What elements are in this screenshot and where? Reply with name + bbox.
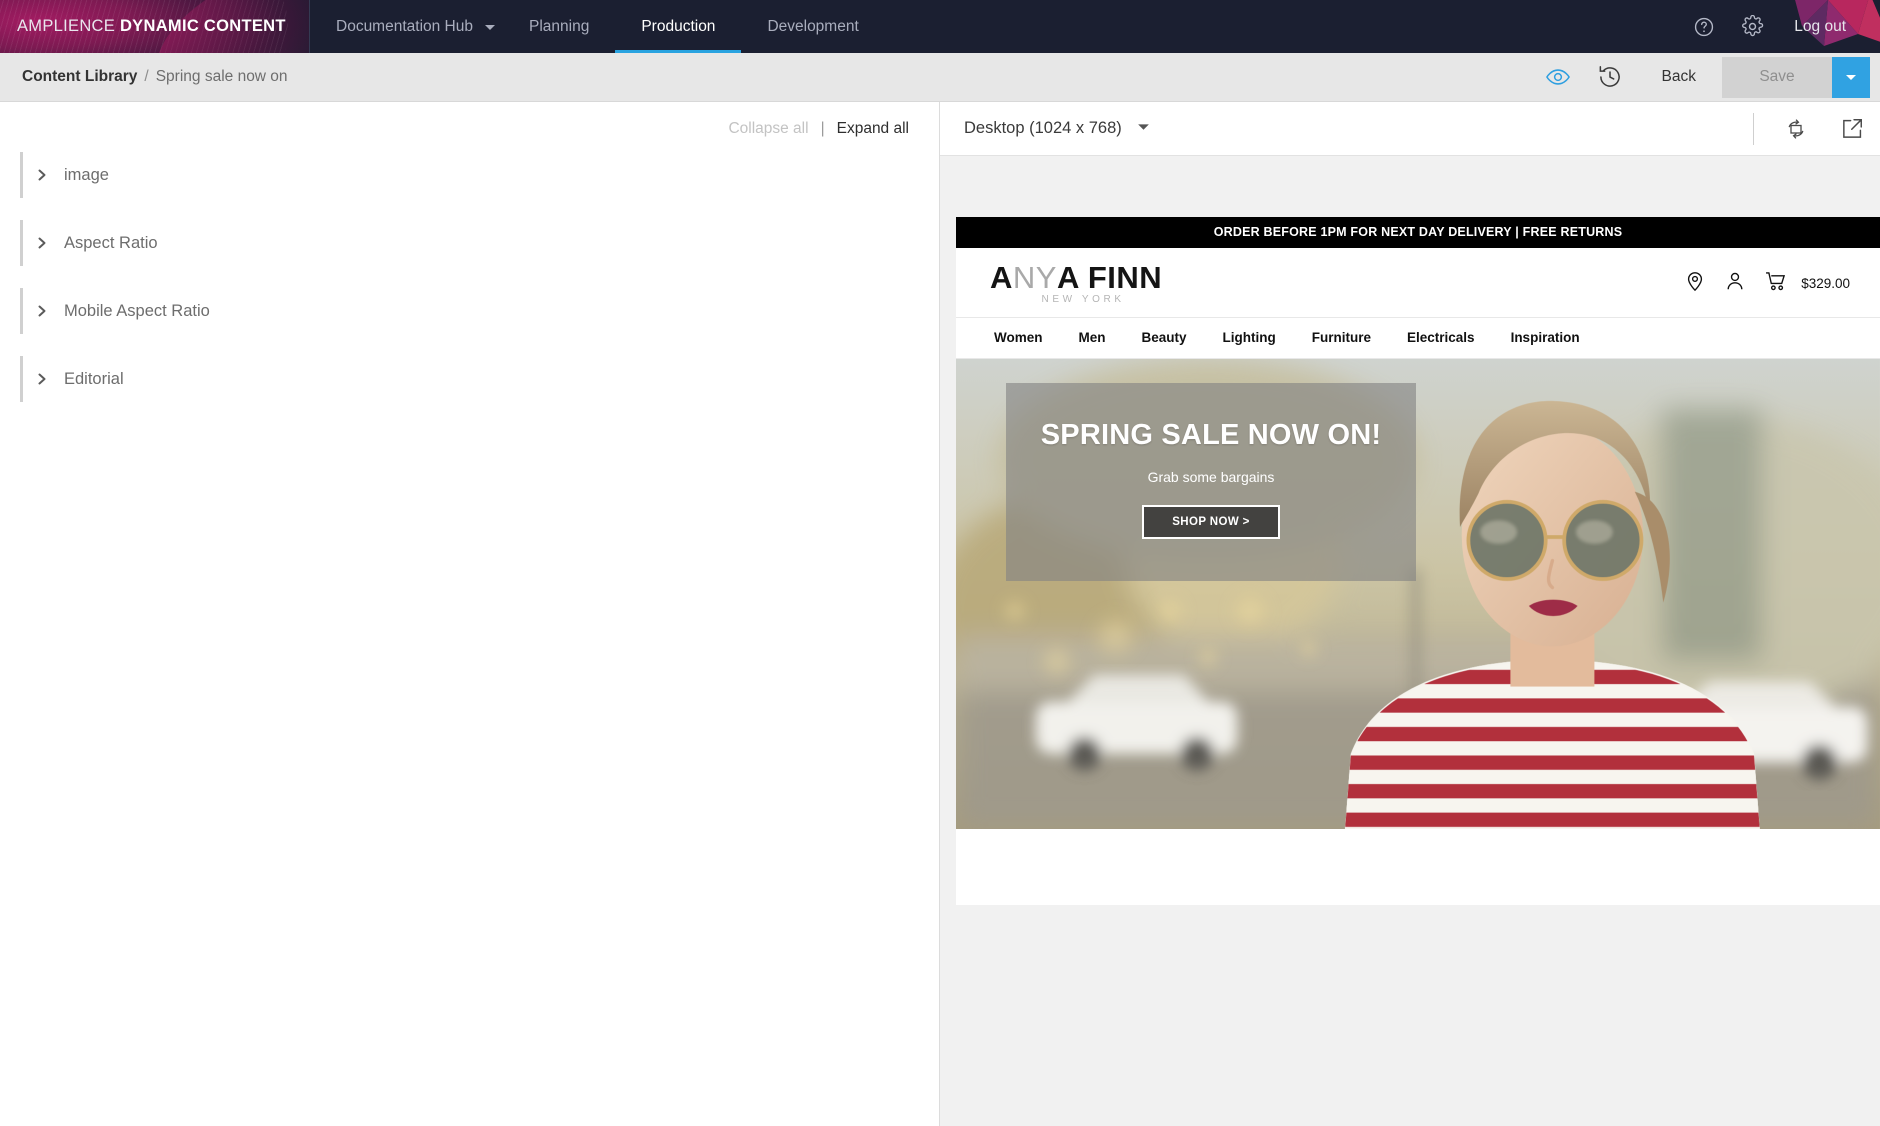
breadcrumb-content-library[interactable]: Content Library	[22, 68, 137, 86]
preview-tool-buttons	[1753, 102, 1880, 156]
chevron-right-icon	[20, 236, 64, 250]
logo-part-ny: NY	[1012, 260, 1057, 295]
preview-canvas: ORDER BEFORE 1PM FOR NEXT DAY DELIVERY |…	[940, 156, 1880, 1126]
main-split-layout: Collapse all | Expand all image Aspect R…	[0, 102, 1880, 1126]
site-category-nav: Women Men Beauty Lighting Furniture Elec…	[956, 318, 1880, 359]
brand-name-bold: DYNAMIC CONTENT	[119, 17, 286, 35]
save-button[interactable]: Save	[1722, 56, 1832, 98]
brand-title: AMPLIENCE DYNAMIC CONTENT	[0, 17, 286, 36]
tree-item-label: Aspect Ratio	[64, 233, 158, 252]
rendered-site-preview: ORDER BEFORE 1PM FOR NEXT DAY DELIVERY |…	[956, 217, 1880, 905]
device-size-select[interactable]: Desktop (1024 x 768)	[964, 119, 1151, 139]
gear-icon[interactable]	[1728, 0, 1776, 53]
preview-toolbar: Desktop (1024 x 768)	[940, 102, 1880, 156]
tree-item-label: Mobile Aspect Ratio	[64, 301, 210, 320]
nav-item-production[interactable]: Production	[615, 0, 742, 53]
tree-item-editorial[interactable]: Editorial	[20, 356, 939, 402]
expand-all-button[interactable]: Expand all	[837, 120, 909, 138]
site-nav-item-beauty[interactable]: Beauty	[1142, 330, 1187, 345]
content-form-panel: Collapse all | Expand all image Aspect R…	[0, 102, 940, 1126]
chevron-right-icon	[20, 304, 64, 318]
logout-button[interactable]: Log out	[1776, 18, 1870, 36]
open-in-new-icon[interactable]	[1824, 102, 1880, 156]
promo-banner: ORDER BEFORE 1PM FOR NEXT DAY DELIVERY |…	[956, 217, 1880, 248]
cart-total: $329.00	[1801, 276, 1850, 291]
brand-logo[interactable]: AMPLIENCE DYNAMIC CONTENT	[0, 0, 310, 53]
hero-title: SPRING SALE NOW ON!	[1040, 419, 1382, 451]
tree-item-label: Editorial	[64, 369, 124, 388]
hero-shop-now-button[interactable]: SHOP NOW >	[1142, 505, 1280, 539]
rotate-device-icon[interactable]	[1768, 102, 1824, 156]
site-nav-item-lighting[interactable]: Lighting	[1223, 330, 1276, 345]
site-nav-item-furniture[interactable]: Furniture	[1312, 330, 1371, 345]
site-logo[interactable]: ANYA FINN NEW YORK	[990, 262, 1162, 305]
brand-name-light: AMPLIENCE	[17, 17, 116, 35]
nav-item-planning[interactable]: Planning	[503, 0, 615, 53]
top-navigation-bar: AMPLIENCE DYNAMIC CONTENT Documentation …	[0, 0, 1880, 53]
eye-icon[interactable]	[1532, 53, 1584, 102]
action-bar-buttons: Back Save	[1532, 53, 1880, 102]
breadcrumb-action-bar: Content Library / Spring sale now on Bac…	[0, 53, 1880, 102]
top-nav-actions: Log out	[1680, 0, 1880, 53]
nav-item-documentation-hub[interactable]: Documentation Hub	[310, 0, 499, 53]
shopping-cart-icon[interactable]	[1764, 270, 1789, 297]
hero-text-overlay: SPRING SALE NOW ON! Grab some bargains S…	[1006, 383, 1416, 581]
site-nav-item-women[interactable]: Women	[994, 330, 1043, 345]
save-dropdown-chevron-down-icon[interactable]	[1832, 56, 1870, 98]
user-account-icon[interactable]	[1724, 270, 1746, 297]
property-tree: image Aspect Ratio Mobile Aspect Ratio E…	[0, 144, 939, 402]
site-nav-item-men[interactable]: Men	[1079, 330, 1106, 345]
site-nav-item-electricals[interactable]: Electricals	[1407, 330, 1475, 345]
preview-panel: Desktop (1024 x 768) ORDER BEFORE 1PM FO…	[940, 102, 1880, 1126]
site-header-actions: $329.00	[1684, 270, 1850, 297]
site-header: ANYA FINN NEW YORK $329.00	[956, 248, 1880, 318]
nav-item-label: Development	[767, 17, 859, 35]
chevron-down-icon	[1136, 119, 1151, 139]
nav-item-label: Planning	[529, 17, 590, 35]
toolbar-divider	[1753, 112, 1754, 145]
help-circle-icon[interactable]	[1680, 0, 1728, 53]
history-clock-icon[interactable]	[1584, 53, 1636, 102]
nav-item-development[interactable]: Development	[741, 0, 884, 53]
nav-item-label: Production	[641, 17, 716, 35]
breadcrumb: Content Library / Spring sale now on	[22, 68, 288, 86]
tree-item-aspect-ratio[interactable]: Aspect Ratio	[20, 220, 939, 266]
device-size-label: Desktop (1024 x 768)	[964, 119, 1122, 137]
location-pin-icon[interactable]	[1684, 270, 1706, 297]
chevron-right-icon	[20, 372, 64, 386]
tree-item-label: image	[64, 165, 109, 184]
site-logo-subtitle: NEW YORK	[1041, 294, 1125, 305]
main-nav-items: Documentation Hub Planning Production De…	[310, 0, 885, 53]
logo-part-b: A FINN	[1056, 260, 1163, 295]
hero-subtitle: Grab some bargains	[1147, 469, 1275, 485]
breadcrumb-current-item: Spring sale now on	[155, 68, 288, 85]
breadcrumb-separator: /	[144, 68, 149, 85]
site-logo-wordmark: ANYA FINN	[990, 262, 1162, 293]
site-nav-item-inspiration[interactable]: Inspiration	[1511, 330, 1580, 345]
chevron-right-icon	[20, 168, 64, 182]
collapse-all-button[interactable]: Collapse all	[728, 120, 808, 138]
controls-separator: |	[820, 120, 825, 137]
nav-item-label: Documentation Hub	[336, 17, 473, 35]
expand-collapse-controls: Collapse all | Expand all	[0, 102, 939, 144]
logo-part-a: A	[990, 260, 1013, 295]
back-button[interactable]: Back	[1636, 68, 1722, 86]
tree-item-image[interactable]: image	[20, 152, 939, 198]
tree-item-mobile-aspect-ratio[interactable]: Mobile Aspect Ratio	[20, 288, 939, 334]
hero-banner: SPRING SALE NOW ON! Grab some bargains S…	[956, 359, 1880, 905]
